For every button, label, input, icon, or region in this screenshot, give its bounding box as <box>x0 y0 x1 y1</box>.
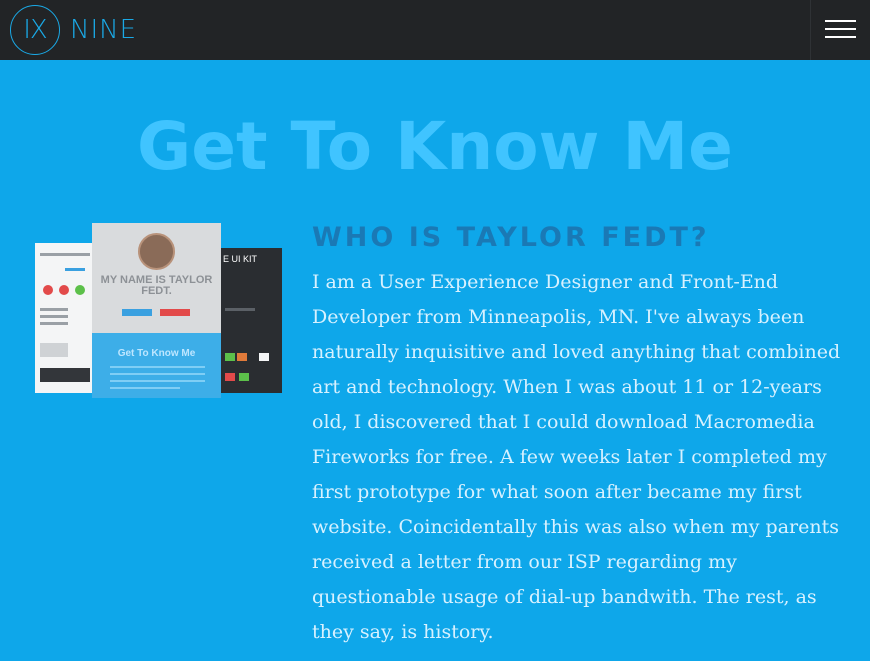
preview-swatch <box>225 353 235 361</box>
preview-hero: MY NAME IS TAYLOR FEDT. <box>92 223 221 333</box>
preview-dot <box>43 285 53 295</box>
preview-text-line <box>110 387 180 389</box>
preview-swatch <box>239 373 249 381</box>
preview-swatch <box>225 373 235 381</box>
preview-name: MY NAME IS TAYLOR FEDT. <box>100 274 213 297</box>
preview-text-line <box>110 366 205 368</box>
preview-bar <box>65 268 85 271</box>
section-heading: WHO IS TAYLOR FEDT? <box>312 222 710 253</box>
menu-line <box>825 28 856 30</box>
portfolio-preview-image: E UI KIT MY NAME IS TAYLOR FEDT. Get To … <box>35 223 282 398</box>
avatar <box>138 233 175 270</box>
logo-text: NINE <box>70 15 137 45</box>
preview-kit-title: E UI KIT <box>223 254 258 264</box>
preview-bar <box>225 308 255 311</box>
preview-dot <box>75 285 85 295</box>
site-logo[interactable]: IX NINE <box>10 4 137 56</box>
logo-mark: IX <box>10 5 60 55</box>
menu-line <box>825 20 856 22</box>
preview-heading: Get To Know Me <box>117 348 196 359</box>
preview-center-screen: MY NAME IS TAYLOR FEDT. Get To Know Me <box>92 223 221 398</box>
preview-text-line <box>110 380 205 382</box>
top-navbar: IX NINE <box>0 0 870 60</box>
hamburger-menu-icon[interactable] <box>810 0 870 60</box>
preview-bar <box>40 322 68 325</box>
preview-right-screen: E UI KIT <box>215 248 282 393</box>
page-title: Get To Know Me <box>137 108 733 185</box>
preview-button <box>122 309 152 316</box>
preview-dot <box>59 285 69 295</box>
preview-swatch <box>259 353 269 361</box>
preview-bar <box>40 253 90 256</box>
preview-bar <box>40 315 68 318</box>
preview-swatch <box>237 353 247 361</box>
preview-text-line <box>110 373 205 375</box>
preview-button <box>160 309 190 316</box>
preview-block <box>40 343 68 357</box>
bio-paragraph: I am a User Experience Designer and Fron… <box>312 271 841 643</box>
menu-line <box>825 36 856 38</box>
preview-block <box>40 368 90 382</box>
preview-bar <box>40 308 68 311</box>
